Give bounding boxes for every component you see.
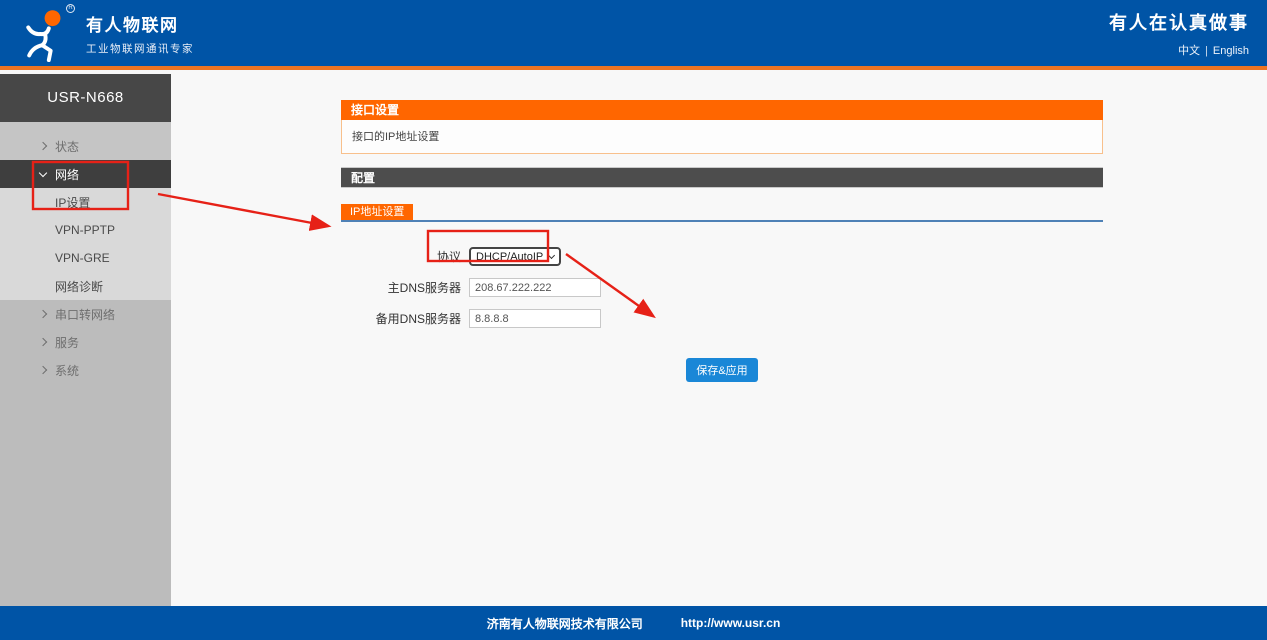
sidebar-item-vpn-pptp[interactable]: VPN-PPTP	[0, 216, 171, 244]
sidebar-gap	[0, 122, 171, 132]
sidebar-item-label: 串口转网络	[55, 306, 115, 323]
lang-separator: |	[1205, 45, 1208, 57]
sidebar: USR-N668 状态 网络 IP设置 VPN-PPTP VPN-GRE 网络诊…	[0, 74, 171, 606]
registered-mark-icon: R	[66, 4, 75, 13]
protocol-select-value: DHCP/AutoIP	[476, 251, 543, 263]
protocol-row: 协议 DHCP/AutoIP	[341, 247, 1103, 266]
chevron-right-icon	[39, 338, 47, 346]
sidebar-item-ip-settings[interactable]: IP设置	[0, 188, 171, 216]
footer: 济南有人物联网技术有限公司 http://www.usr.cn	[0, 606, 1267, 640]
main-content: 接口设置 接口的IP地址设置 配置 IP地址设置 协议 DHCP/AutoIP …	[171, 74, 1267, 606]
tab-ip-address-settings[interactable]: IP地址设置	[341, 204, 413, 220]
sidebar-item-label: IP设置	[55, 194, 90, 211]
footer-company: 济南有人物联网技术有限公司	[487, 615, 643, 632]
secondary-dns-label: 备用DNS服务器	[341, 310, 461, 327]
primary-dns-label: 主DNS服务器	[341, 279, 461, 296]
ip-settings-form: 协议 DHCP/AutoIP 主DNS服务器 备用DNS服务器 保存&应用	[341, 247, 1103, 382]
chevron-right-icon	[39, 310, 47, 318]
protocol-select[interactable]: DHCP/AutoIP	[469, 247, 561, 266]
sidebar-item-label: 网络诊断	[55, 278, 103, 295]
footer-url-link[interactable]: http://www.usr.cn	[681, 616, 781, 630]
config-bar: 配置	[341, 167, 1103, 188]
brand-title: 有人物联网	[86, 11, 194, 36]
person-logo-icon	[18, 6, 74, 62]
sidebar-item-system[interactable]: 系统	[0, 356, 171, 384]
chevron-down-icon	[548, 252, 555, 259]
device-title: USR-N668	[0, 74, 171, 122]
lang-en-link[interactable]: English	[1213, 45, 1249, 57]
tab-strip: IP地址设置	[341, 202, 1103, 222]
protocol-label: 协议	[341, 248, 461, 265]
sidebar-item-status[interactable]: 状态	[0, 132, 171, 160]
chevron-right-icon	[39, 142, 47, 150]
usr-logo: R	[18, 5, 76, 61]
button-row: 保存&应用	[341, 358, 1103, 382]
brand-tagline: 工业物联网通讯专家	[86, 41, 194, 56]
sidebar-item-services[interactable]: 服务	[0, 328, 171, 356]
sidebar-item-label: 网络	[55, 166, 79, 183]
chevron-right-icon	[39, 366, 47, 374]
top-header: R 有人物联网 工业物联网通讯专家 有人在认真做事 中文 | English	[0, 0, 1267, 70]
header-slogan: 有人在认真做事	[1109, 9, 1249, 35]
brand-block: 有人物联网 工业物联网通讯专家	[86, 11, 194, 56]
sidebar-item-vpn-gre[interactable]: VPN-GRE	[0, 244, 171, 272]
header-right: 有人在认真做事 中文 | English	[1109, 9, 1249, 58]
sidebar-item-label: VPN-GRE	[55, 251, 110, 265]
primary-dns-input[interactable]	[469, 278, 601, 297]
save-apply-button[interactable]: 保存&应用	[686, 358, 757, 382]
sidebar-item-label: 状态	[55, 138, 79, 155]
sidebar-item-serial-to-network[interactable]: 串口转网络	[0, 300, 171, 328]
sidebar-item-label: VPN-PPTP	[55, 223, 115, 237]
section-title-bar: 接口设置	[341, 100, 1103, 120]
secondary-dns-input[interactable]	[469, 309, 601, 328]
section-description: 接口的IP地址设置	[341, 120, 1103, 154]
sidebar-item-label: 系统	[55, 362, 79, 379]
sidebar-item-network-diagnosis[interactable]: 网络诊断	[0, 272, 171, 300]
sidebar-item-label: 服务	[55, 334, 79, 351]
primary-dns-row: 主DNS服务器	[341, 278, 1103, 297]
sidebar-item-network[interactable]: 网络	[0, 160, 171, 188]
secondary-dns-row: 备用DNS服务器	[341, 309, 1103, 328]
lang-zh-link[interactable]: 中文	[1178, 45, 1200, 57]
language-switcher: 中文 | English	[1109, 42, 1249, 58]
chevron-down-icon	[39, 168, 47, 176]
